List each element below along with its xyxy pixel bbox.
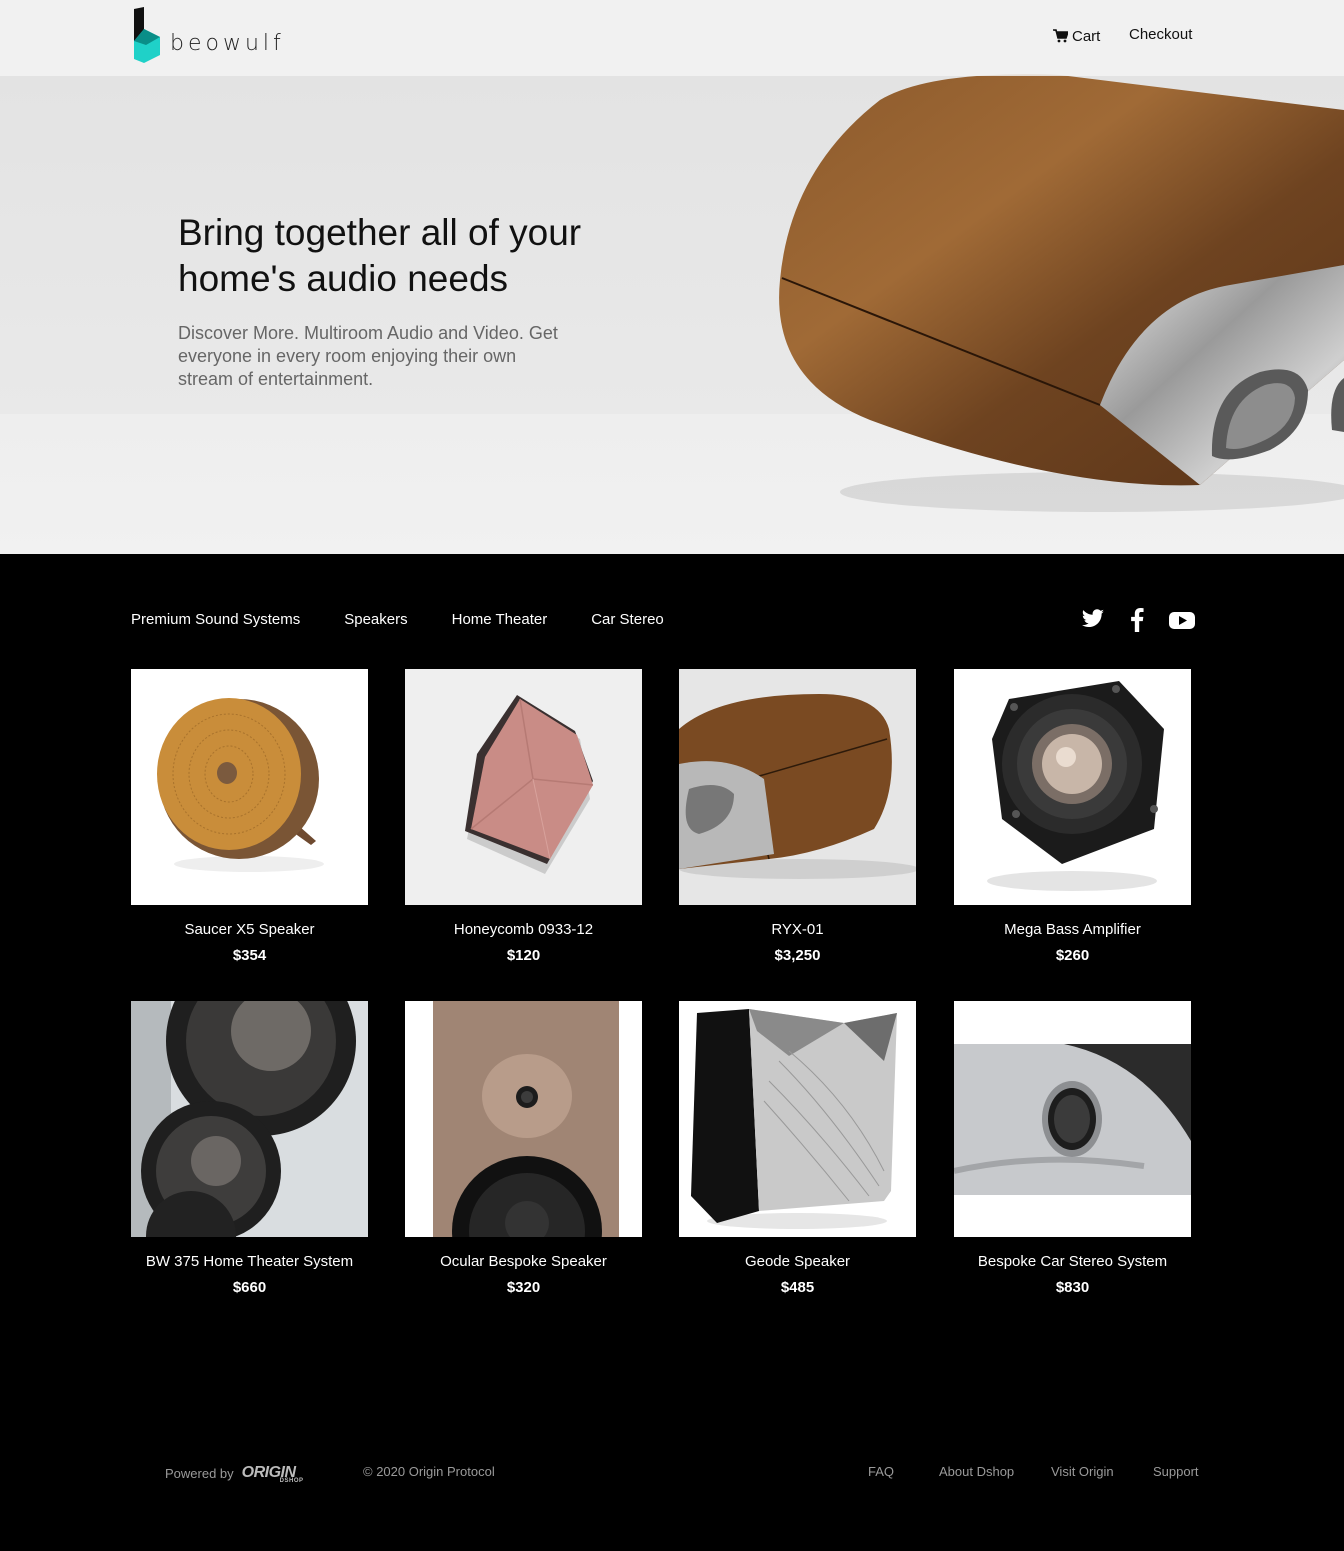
product-card[interactable]: Mega Bass Amplifier $260: [954, 669, 1191, 964]
product-name[interactable]: Geode Speaker: [679, 1253, 916, 1270]
footer-link-support[interactable]: Support: [1153, 1464, 1199, 1479]
category-speakers[interactable]: Speakers: [344, 611, 407, 628]
product-image-honeycomb[interactable]: [405, 669, 642, 905]
product-name[interactable]: Honeycomb 0933-12: [405, 921, 642, 938]
facebook-icon[interactable]: [1130, 608, 1144, 637]
twitter-icon[interactable]: [1081, 608, 1105, 635]
product-price: $485: [780, 1279, 815, 1296]
product-image-ryx-01[interactable]: [679, 669, 916, 905]
powered-by-label: Powered by: [165, 1465, 234, 1481]
product-card[interactable]: Bespoke Car Stereo System $830: [954, 1001, 1191, 1296]
product-image-saucer-x5[interactable]: [131, 669, 368, 905]
product-price: $660: [232, 1279, 267, 1296]
product-card[interactable]: Saucer X5 Speaker $354: [131, 669, 368, 964]
cart-icon: [1053, 29, 1068, 43]
category-premium-sound-systems[interactable]: Premium Sound Systems: [131, 611, 300, 628]
footer-link-about-dshop[interactable]: About Dshop: [939, 1464, 1014, 1479]
origin-logo-sub: DSHOP: [279, 1478, 304, 1484]
product-name[interactable]: RYX-01: [679, 921, 916, 938]
product-image-bw-375[interactable]: [131, 1001, 368, 1237]
brand-name: beowulf: [170, 31, 285, 56]
category-nav: Premium Sound Systems Speakers Home Thea…: [131, 611, 664, 628]
origin-dshop-logo[interactable]: ORIGIN DSHOP: [242, 1464, 303, 1484]
hero-speaker-image: [779, 74, 1344, 512]
product-card[interactable]: RYX-01 $3,250: [679, 669, 916, 964]
category-car-stereo[interactable]: Car Stereo: [591, 611, 664, 628]
product-image-ocular-bespoke[interactable]: [405, 1001, 642, 1237]
product-price: $120: [506, 947, 541, 964]
product-image-mega-bass-amplifier[interactable]: [954, 669, 1191, 905]
brand-logo[interactable]: beowulf: [132, 7, 282, 65]
product-name[interactable]: BW 375 Home Theater System: [131, 1253, 368, 1270]
product-name[interactable]: Ocular Bespoke Speaker: [405, 1253, 642, 1270]
product-price: $260: [1055, 947, 1090, 964]
product-image-bespoke-car-stereo[interactable]: [954, 1001, 1191, 1237]
product-image-geode[interactable]: [679, 1001, 916, 1237]
product-price: $320: [506, 1279, 541, 1296]
beowulf-logo-icon: [134, 7, 160, 63]
checkout-link[interactable]: Checkout: [1129, 26, 1192, 43]
product-card[interactable]: Honeycomb 0933-12 $120: [405, 669, 642, 964]
product-name[interactable]: Saucer X5 Speaker: [131, 921, 368, 938]
product-card[interactable]: Geode Speaker $485: [679, 1001, 916, 1296]
hero-banner: beowulf Cart Checkout Bring together all…: [0, 0, 1344, 554]
footer-link-visit-origin[interactable]: Visit Origin: [1051, 1464, 1114, 1479]
product-price: $354: [232, 947, 267, 964]
product-price: $3,250: [774, 947, 821, 964]
powered-by: Powered by ORIGIN DSHOP: [165, 1464, 303, 1484]
product-price: $830: [1055, 1279, 1090, 1296]
hero-title: Bring together all of your home's audio …: [178, 212, 582, 299]
copyright: © 2020 Origin Protocol: [363, 1464, 495, 1479]
category-home-theater[interactable]: Home Theater: [452, 611, 548, 628]
product-name[interactable]: Mega Bass Amplifier: [954, 921, 1191, 938]
product-card[interactable]: Ocular Bespoke Speaker $320: [405, 1001, 642, 1296]
social-links: [1081, 608, 1195, 636]
footer-link-faq[interactable]: FAQ: [868, 1464, 894, 1479]
youtube-icon[interactable]: [1169, 608, 1195, 637]
product-name[interactable]: Bespoke Car Stereo System: [954, 1253, 1191, 1270]
product-card[interactable]: BW 375 Home Theater System $660: [131, 1001, 368, 1296]
hero-subtitle: Discover More. Multiroom Audio and Video…: [178, 323, 558, 389]
cart-link[interactable]: Cart: [1053, 26, 1100, 46]
cart-label: Cart: [1072, 27, 1101, 45]
